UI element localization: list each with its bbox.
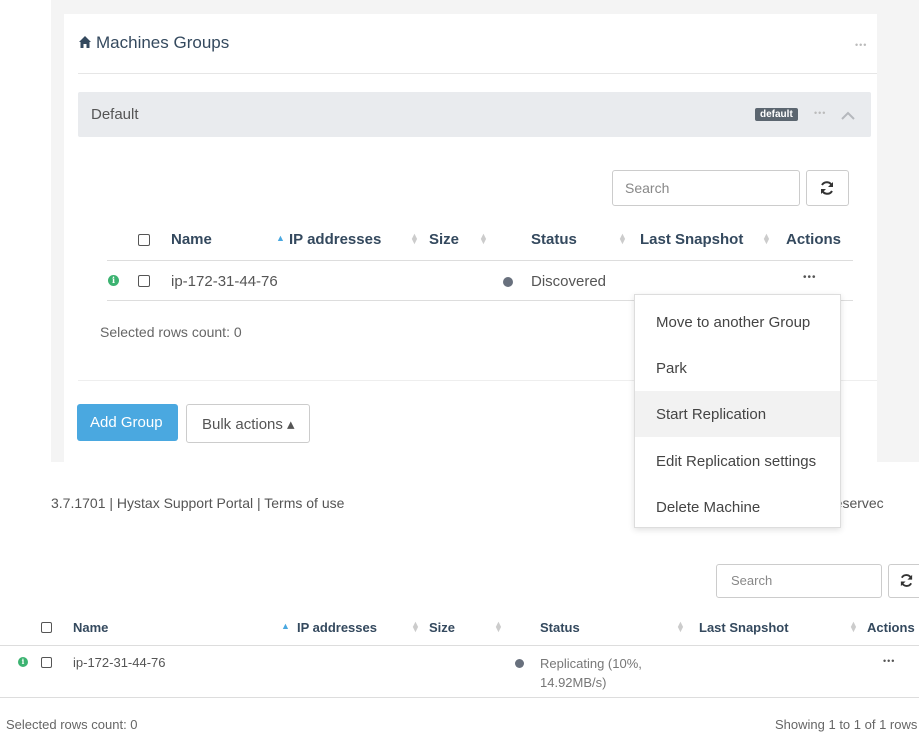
machine-name: ip-172-31-44-76	[73, 655, 166, 670]
column-header-size[interactable]: Size	[429, 231, 459, 248]
selected-rows-count: Selected rows count: 0	[6, 717, 138, 732]
menu-item-label: Park	[656, 360, 687, 377]
refresh-button[interactable]	[888, 564, 919, 598]
select-all-checkbox[interactable]	[41, 622, 52, 633]
add-group-label: Add Group	[90, 414, 163, 431]
bulk-actions-label: Bulk actions ▴	[202, 416, 295, 433]
table-divider	[107, 260, 853, 261]
refresh-icon	[900, 574, 913, 587]
selected-rows-count: Selected rows count: 0	[100, 324, 242, 340]
menu-item-delete-machine[interactable]: Delete Machine	[635, 484, 840, 527]
menu-item-park[interactable]: Park	[635, 345, 840, 391]
menu-item-label: Move to another Group	[656, 314, 811, 331]
sort-icon[interactable]: ▲ ▼	[762, 232, 771, 246]
sort-icon[interactable]: ▲ ▼	[618, 232, 627, 246]
sort-asc-icon[interactable]: ▲	[276, 233, 285, 243]
refresh-icon	[821, 181, 833, 195]
column-header-actions: Actions	[786, 231, 842, 248]
menu-item-start-replication[interactable]: Start Replication	[635, 391, 840, 437]
row-actions-icon[interactable]: •••	[883, 656, 895, 666]
row-actions-icon[interactable]: •••	[803, 272, 817, 283]
column-header-name[interactable]: Name	[73, 620, 108, 635]
table-divider	[0, 697, 919, 698]
status-line: Replicating (10%,	[540, 656, 642, 671]
column-header-ip[interactable]: IP addresses	[297, 620, 377, 635]
column-header-ip[interactable]: IP addresses	[289, 231, 381, 248]
row-checkbox[interactable]	[138, 275, 150, 287]
status-line: 14.92MB/s)	[540, 675, 607, 690]
status-dot-icon	[503, 277, 513, 287]
column-header-name[interactable]: Name	[171, 231, 212, 248]
sort-icon[interactable]: ▲ ▼	[411, 620, 420, 634]
bulk-actions-button[interactable]: Bulk actions ▴	[186, 404, 310, 443]
search-placeholder: Search	[625, 180, 670, 196]
menu-item-label: Start Replication	[656, 406, 767, 423]
column-header-last-snapshot[interactable]: Last Snapshot	[640, 231, 743, 248]
info-icon[interactable]: i	[18, 657, 28, 667]
sort-icon[interactable]: ▲ ▼	[479, 232, 488, 246]
menu-item-edit-replication-settings[interactable]: Edit Replication settings	[635, 438, 840, 484]
sort-icon[interactable]: ▲ ▼	[494, 620, 503, 634]
default-badge: default	[755, 108, 798, 121]
menu-item-label: Delete Machine	[656, 499, 761, 516]
info-icon[interactable]: i	[108, 275, 119, 286]
menu-item-label: Edit Replication settings	[656, 453, 817, 470]
refresh-button[interactable]	[806, 170, 849, 206]
card-title-text: Machines Groups	[96, 33, 230, 52]
menu-item-move-to-group[interactable]: Move to another Group	[635, 299, 840, 345]
sort-asc-icon[interactable]: ▲	[281, 621, 290, 631]
add-group-button[interactable]: Add Group	[77, 404, 178, 441]
group-name: Default	[91, 106, 139, 123]
card-title: Machines Groups	[78, 33, 229, 53]
sort-icon[interactable]: ▲ ▼	[849, 620, 858, 634]
column-header-status[interactable]: Status	[531, 231, 577, 248]
row-checkbox[interactable]	[41, 657, 52, 668]
search-input[interactable]: Search	[716, 564, 882, 598]
search-input[interactable]: Search	[612, 170, 800, 206]
showing-rows: Showing 1 to 1 of 1 rows	[775, 717, 918, 732]
machine-status: Discovered	[531, 273, 607, 290]
column-header-last-snapshot[interactable]: Last Snapshot	[699, 620, 789, 635]
machine-name: ip-172-31-44-76	[171, 273, 278, 290]
select-all-checkbox[interactable]	[138, 234, 150, 246]
home-icon	[79, 36, 91, 48]
table-divider	[0, 645, 919, 646]
column-header-size[interactable]: Size	[429, 620, 455, 635]
card-menu-icon[interactable]: •••	[855, 40, 867, 50]
column-header-status[interactable]: Status	[540, 620, 580, 635]
sort-icon[interactable]: ▲ ▼	[410, 232, 419, 246]
chevron-up-icon[interactable]	[841, 110, 855, 120]
search-placeholder: Search	[731, 573, 773, 588]
column-header-actions: Actions	[867, 620, 915, 635]
machine-status: Replicating (10%, 14.92MB/s)	[540, 654, 670, 692]
sort-icon[interactable]: ▲ ▼	[676, 620, 685, 634]
group-header-default[interactable]	[78, 92, 871, 137]
status-dot-icon	[515, 659, 524, 668]
footer: 3.7.1701 | Hystax Support Portal | Terms…	[51, 495, 345, 511]
row-actions-menu: Move to another Group Park Start Replica…	[634, 294, 841, 528]
divider	[78, 73, 877, 74]
group-menu-icon[interactable]: •••	[814, 108, 826, 118]
